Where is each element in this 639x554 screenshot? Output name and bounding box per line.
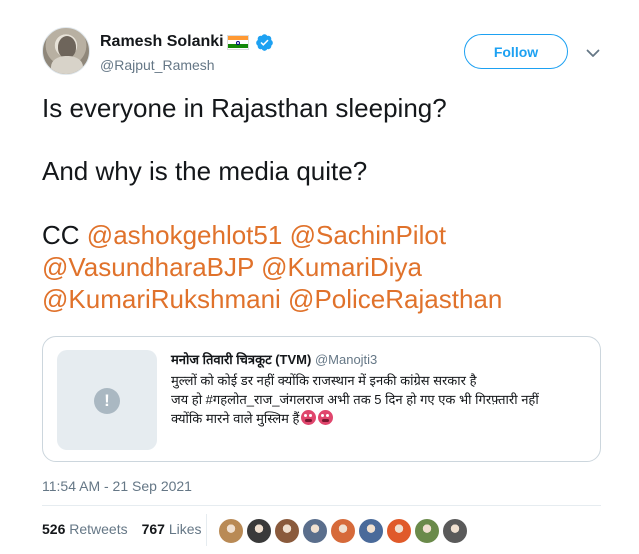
mention-link[interactable]: @ashokgehlot51 <box>87 220 283 250</box>
quoted-media-placeholder[interactable]: ! <box>57 350 157 450</box>
author-name-row: Ramesh Solanki <box>100 31 274 53</box>
mention-link[interactable]: @VasundharaBJP <box>42 252 254 282</box>
quoted-author-handle: @Manojti3 <box>314 352 378 367</box>
mention-link[interactable]: @PoliceRajasthan <box>288 284 502 314</box>
verified-badge-icon <box>255 33 273 51</box>
tweet-stats: 526 Retweets 767 Likes <box>42 521 202 537</box>
india-flag-icon <box>226 34 249 50</box>
author-handle[interactable]: @Rajput_Ramesh <box>100 57 215 73</box>
liker-avatar[interactable] <box>330 518 356 544</box>
liker-avatar[interactable] <box>246 518 272 544</box>
liker-avatars <box>218 518 468 544</box>
author-avatar[interactable] <box>42 27 90 75</box>
quoted-tweet-card[interactable]: ! मनोज तिवारी चित्रकूट (TVM) @Manojti3 म… <box>42 336 601 462</box>
quoted-tweet-text: मुल्लों को कोई डर नहीं क्योंकि राजस्थान … <box>171 371 591 428</box>
tweet-text-line-5: @KumariRukshmani @PoliceRajasthan <box>42 283 502 315</box>
media-unavailable-icon: ! <box>94 388 120 414</box>
liker-avatar[interactable] <box>358 518 384 544</box>
divider <box>42 505 601 506</box>
follow-button[interactable]: Follow <box>464 34 568 69</box>
liker-avatar[interactable] <box>386 518 412 544</box>
tweet-timestamp[interactable]: 11:54 AM - 21 Sep 2021 <box>42 478 192 494</box>
retweets-stat[interactable]: 526 Retweets <box>42 521 128 537</box>
chevron-down-icon[interactable] <box>584 44 602 62</box>
avatar-head <box>58 36 76 58</box>
tweet-text-line-1: Is everyone in Rajasthan sleeping? <box>42 93 447 123</box>
tweet-text-line-2: And why is the media quite? <box>42 156 368 186</box>
tweet-card: Ramesh Solanki @Rajput_Ramesh Follow Is … <box>0 0 639 554</box>
tweet-text-line-3: CC @ashokgehlot51 @SachinPilot <box>42 219 446 251</box>
quoted-tweet-header: मनोज तिवारी चित्रकूट (TVM) @Manojti3 <box>171 350 377 368</box>
quoted-author-name: मनोज तिवारी चित्रकूट (TVM) <box>171 352 312 367</box>
liker-avatar[interactable] <box>414 518 440 544</box>
tweet-text-line-4: @VasundharaBJP @KumariDiya <box>42 251 422 283</box>
angry-face-emoji-icon <box>318 410 334 425</box>
mention-link[interactable]: @KumariRukshmani <box>42 284 281 314</box>
angry-face-emoji-icon <box>301 410 317 425</box>
likes-stat[interactable]: 767 Likes <box>142 521 202 537</box>
liker-avatar[interactable] <box>442 518 468 544</box>
liker-avatar[interactable] <box>274 518 300 544</box>
quoted-text-line-1: मुल्लों को कोई डर नहीं क्योंकि राजस्थान … <box>171 373 477 388</box>
stats-separator <box>206 514 207 546</box>
quoted-text-line-2: जय हो #गहलोत_राज_जंगलराज अभी तक 5 दिन हो… <box>171 392 539 407</box>
mention-link[interactable]: @KumariDiya <box>261 252 422 282</box>
mention-link[interactable]: @SachinPilot <box>290 220 446 250</box>
avatar-body <box>51 56 83 74</box>
liker-avatar[interactable] <box>302 518 328 544</box>
cc-label: CC <box>42 220 80 250</box>
quoted-text-line-3: क्योंकि मारने वाले मुस्लिम हैं <box>171 409 591 428</box>
author-display-name[interactable]: Ramesh Solanki <box>100 33 224 51</box>
liker-avatar[interactable] <box>218 518 244 544</box>
